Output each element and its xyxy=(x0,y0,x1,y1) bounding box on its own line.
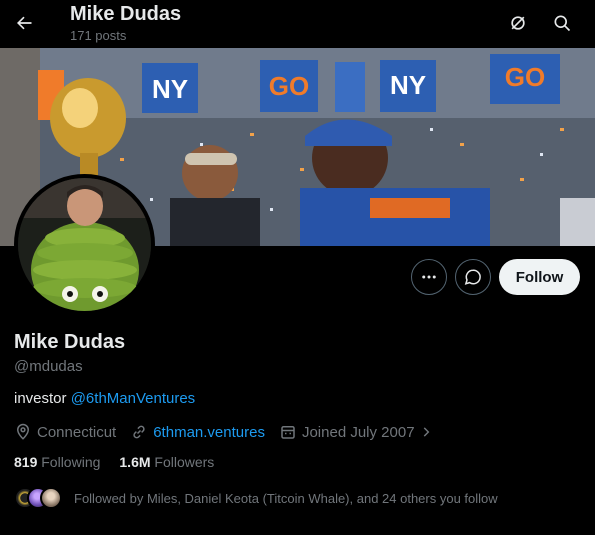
followed-by-text: Followed by Miles, Daniel Keota (Titcoin… xyxy=(74,490,498,506)
profile-meta: Connecticut 6thman.ventures Joined July … xyxy=(14,421,452,443)
website-item: 6thman.ventures xyxy=(130,423,265,441)
followers-link[interactable]: 1.6M Followers xyxy=(119,454,214,470)
follower-avatar xyxy=(40,487,62,509)
follow-button[interactable]: Follow xyxy=(499,259,580,295)
message-icon xyxy=(464,269,481,285)
followed-by-row[interactable]: Followed by Miles, Daniel Keota (Titcoin… xyxy=(14,487,498,509)
top-bar: Mike Dudas 171 posts xyxy=(0,0,595,48)
location-icon xyxy=(16,423,30,440)
bio-text: investor xyxy=(14,390,71,407)
location-text: Connecticut xyxy=(37,423,117,441)
following-count: 819 xyxy=(14,454,38,470)
more-button[interactable] xyxy=(411,259,447,295)
avatar[interactable] xyxy=(14,174,155,315)
profile-name: Mike Dudas xyxy=(14,331,126,353)
header-title-block: Mike Dudas 171 posts xyxy=(70,2,181,45)
location-item: Connecticut xyxy=(14,423,116,441)
joined-text: Joined July 2007 xyxy=(301,423,415,441)
svg-text:GO: GO xyxy=(269,71,309,101)
following-link[interactable]: 819 Following xyxy=(14,454,100,470)
page-title: Mike Dudas xyxy=(70,3,182,25)
back-arrow-icon xyxy=(17,16,32,30)
message-button[interactable] xyxy=(455,259,491,295)
grok-button[interactable] xyxy=(500,5,536,41)
link-icon xyxy=(133,425,145,439)
calendar-icon xyxy=(281,426,295,439)
chevron-right-icon xyxy=(423,427,429,437)
post-count: 171 posts xyxy=(70,28,127,43)
grok-icon xyxy=(511,16,525,30)
profile-stats: 819 Following 1.6M Followers xyxy=(14,454,233,470)
website-link[interactable]: 6thman.ventures xyxy=(153,424,265,441)
bio-mention-link[interactable]: @6thManVentures xyxy=(71,390,195,407)
follower-avatars xyxy=(14,487,70,509)
search-icon xyxy=(554,15,571,32)
profile-bio: investor @6thManVentures xyxy=(14,390,195,407)
followers-count: 1.6M xyxy=(119,454,151,470)
back-button[interactable] xyxy=(6,5,42,41)
search-button[interactable] xyxy=(544,5,580,41)
svg-text:GO: GO xyxy=(505,62,545,92)
profile-handle: @mdudas xyxy=(14,358,83,375)
more-icon xyxy=(422,275,436,279)
svg-text:NY: NY xyxy=(152,74,188,104)
followers-label: Followers xyxy=(154,454,215,470)
avatar-image xyxy=(18,178,151,311)
following-label: Following xyxy=(41,454,101,470)
svg-text:NY: NY xyxy=(390,70,426,100)
joined-item[interactable]: Joined July 2007 xyxy=(279,423,438,441)
